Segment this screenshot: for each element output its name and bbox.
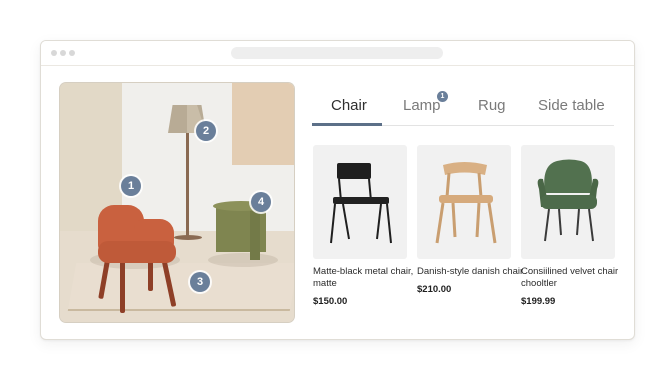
address-bar[interactable] xyxy=(231,47,443,59)
side-table-leg xyxy=(250,206,260,260)
chair-seat xyxy=(98,241,176,263)
table-shadow xyxy=(208,253,278,267)
lamp-base xyxy=(174,235,202,240)
product-price: $150.00 xyxy=(313,296,348,307)
tab-side-table[interactable]: Side table xyxy=(538,97,605,114)
room-scene-image: 1 2 3 4 xyxy=(60,83,294,322)
browser-window: 1 2 3 4 Chair Lamp 1 Rug Side table Matt… xyxy=(40,40,635,340)
hotspot-chair[interactable]: 1 xyxy=(121,176,141,196)
product-image[interactable] xyxy=(521,145,615,259)
wall-panel xyxy=(232,83,294,165)
tab-chair[interactable]: Chair xyxy=(331,97,367,114)
category-tabs: Chair Lamp 1 Rug Side table xyxy=(312,87,614,126)
tab-lamp[interactable]: Lamp xyxy=(403,97,441,114)
product-name[interactable]: Danish-style danish chair xyxy=(417,266,527,278)
green-velvet-chair-image xyxy=(537,159,599,242)
chair-leg xyxy=(120,259,125,313)
hotspot-rug[interactable]: 3 xyxy=(190,272,210,292)
active-tab-indicator xyxy=(312,123,382,126)
product-image[interactable] xyxy=(417,145,511,259)
tab-lamp-badge: 1 xyxy=(437,91,448,102)
browser-titlebar xyxy=(41,41,634,66)
hotspot-side-table[interactable]: 4 xyxy=(251,192,271,212)
product-price: $199.99 xyxy=(521,296,556,307)
product-name[interactable]: Consiilined velvet chair chooltler xyxy=(521,266,631,290)
product-card[interactable]: Danish-style danish chair $210.00 xyxy=(417,145,523,295)
product-image[interactable] xyxy=(313,145,407,259)
product-price: $210.00 xyxy=(417,284,452,295)
lamp-pole xyxy=(186,133,189,237)
product-card[interactable]: Matte-black metal chair, matte $150.00 xyxy=(313,145,413,307)
window-control-dot[interactable] xyxy=(60,50,66,56)
danish-wood-chair-image xyxy=(435,162,497,244)
window-control-dot[interactable] xyxy=(69,50,75,56)
black-metal-chair-image xyxy=(330,163,392,244)
hotspot-lamp[interactable]: 2 xyxy=(196,121,216,141)
product-name[interactable]: Matte-black metal chair, matte xyxy=(313,266,423,290)
tab-rug[interactable]: Rug xyxy=(478,97,506,114)
window-control-dot[interactable] xyxy=(51,50,57,56)
product-card[interactable]: Consiilined velvet chair chooltler $199.… xyxy=(521,145,618,307)
